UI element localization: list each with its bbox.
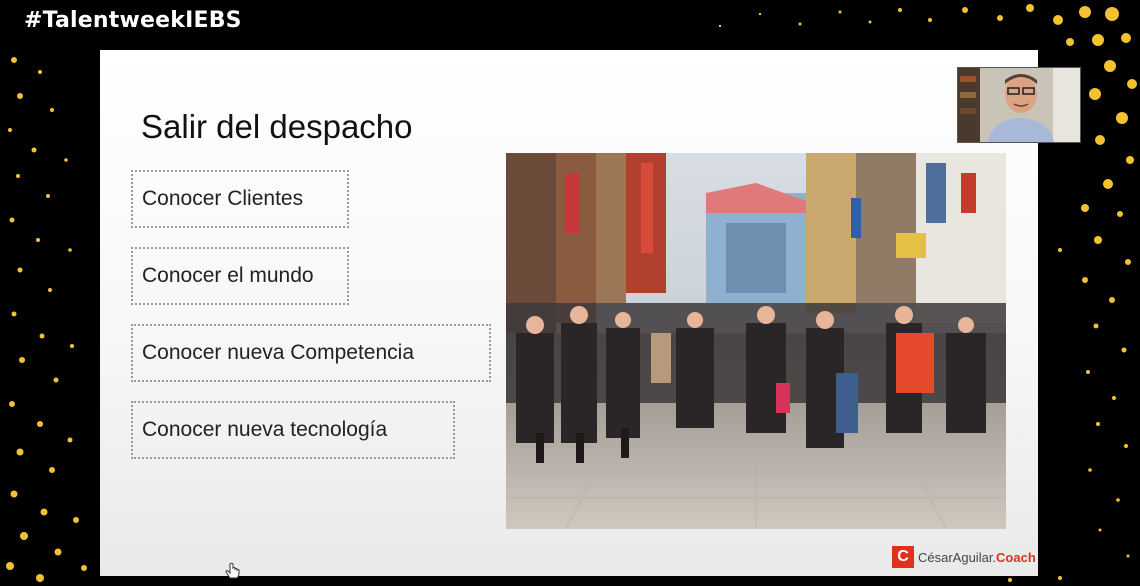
hand-cursor-icon — [225, 562, 240, 579]
slide-title: Salir del despacho — [141, 108, 413, 145]
brand-coach: Coach — [996, 549, 1036, 565]
bullet-conocer-nueva-competencia: Conocer nueva Competencia — [131, 324, 491, 382]
cesar-aguilar-coach-logo: C CésarAguilar. Coach — [892, 546, 1036, 568]
presenter-webcam — [957, 67, 1081, 143]
street-crowd-photo — [506, 153, 1006, 529]
brand-c-mark: C — [892, 546, 914, 568]
brand-name: CésarAguilar. — [918, 549, 997, 565]
bullet-conocer-clientes: Conocer Clientes — [131, 170, 349, 228]
event-hashtag: #TalentweekIEBS — [24, 8, 242, 33]
bullet-conocer-nueva-tecnologia: Conocer nueva tecnología — [131, 401, 455, 459]
bullet-conocer-el-mundo: Conocer el mundo — [131, 247, 349, 305]
presentation-slide: Salir del despacho Conocer Clientes Cono… — [100, 50, 1038, 576]
